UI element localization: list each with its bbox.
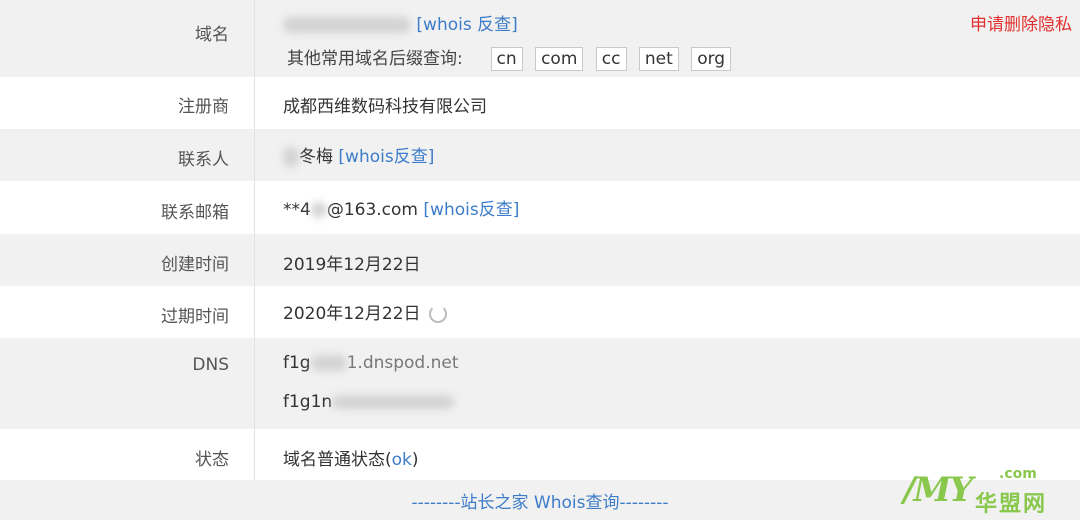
label-cell: 联系邮箱 xyxy=(0,181,255,234)
status-ok-link[interactable]: ok xyxy=(392,450,412,470)
row-contact: 联系人 冬梅 [whois反查] xyxy=(0,129,1080,181)
row-email: 联系邮箱 **4 @163.com [whois反查] xyxy=(0,181,1080,234)
dns-ns2-prefix: f1g1n xyxy=(283,392,333,412)
label-cell: 域名 xyxy=(0,0,255,77)
email-prefix: **4 xyxy=(283,200,311,220)
email-label: 联系邮箱 xyxy=(161,203,229,223)
row-domain: 域名 [whois 反查] 申请删除隐私 其他常用域名后缀查询: cn com … xyxy=(0,0,1080,77)
expires-date: 2020年12月22日 xyxy=(283,304,421,324)
suffix-com[interactable]: com xyxy=(535,47,584,71)
registrar-value: 成都西维数码科技有限公司 xyxy=(283,97,487,117)
domain-label: 域名 xyxy=(195,25,229,45)
email-suffix: @163.com xyxy=(326,200,418,220)
blurred-contact xyxy=(283,147,299,167)
created-value: 2019年12月22日 xyxy=(283,255,421,275)
dns-ns2: f1g1n xyxy=(283,392,455,412)
suffix-row: 其他常用域名后缀查询: cn com cc net org xyxy=(287,44,732,71)
registrar-label: 注册商 xyxy=(178,97,229,117)
suffix-cn[interactable]: cn xyxy=(490,47,523,71)
watermark-logo-mark: /MY xyxy=(903,470,973,510)
label-cell: 过期时间 xyxy=(0,286,255,338)
blurred-email xyxy=(310,202,327,218)
contact-label: 联系人 xyxy=(178,150,229,170)
watermark-logo: /MY .com 华盟网 xyxy=(903,466,1058,517)
row-dns: DNS f1g 1.dnspod.net f1g1n xyxy=(0,338,1080,429)
delete-privacy-link[interactable]: 申请删除隐私 xyxy=(970,10,1072,35)
dns-label: DNS xyxy=(192,355,229,375)
footer: --------站长之家 Whois查询-------- /MY .com 华盟… xyxy=(0,466,1080,520)
domain-whois-link[interactable]: [whois 反查] xyxy=(416,15,517,35)
row-expires: 过期时间 2020年12月22日 xyxy=(0,286,1080,338)
created-label: 创建时间 xyxy=(161,255,229,275)
label-cell: 联系人 xyxy=(0,129,255,181)
dns-ns1-suffix: 1.dnspod.net xyxy=(346,353,459,373)
watermark-dotcom: .com xyxy=(999,466,1037,482)
label-cell: 注册商 xyxy=(0,77,255,129)
watermark-cn-text: 华盟网 xyxy=(975,492,1048,517)
status-suffix: ) xyxy=(411,450,419,470)
status-value: 域名普通状态(ok) xyxy=(283,445,419,470)
row-registrar: 注册商 成都西维数码科技有限公司 xyxy=(0,77,1080,129)
status-prefix: 域名普通状态( xyxy=(283,450,392,470)
dns-ns1: f1g 1.dnspod.net xyxy=(283,353,459,373)
label-cell: 状态 xyxy=(0,429,255,480)
email-whois-link[interactable]: [whois反查] xyxy=(423,200,519,220)
email-value: **4 @163.com [whois反查] xyxy=(283,195,519,220)
suffix-cc[interactable]: cc xyxy=(595,47,627,71)
blurred-ns1 xyxy=(310,355,347,371)
suffix-net[interactable]: net xyxy=(638,47,679,71)
label-cell: 创建时间 xyxy=(0,234,255,286)
contact-value: 冬梅 [whois反查] xyxy=(283,142,434,167)
contact-whois-link[interactable]: [whois反查] xyxy=(338,147,434,167)
blurred-ns2 xyxy=(332,395,455,409)
blurred-domain xyxy=(283,17,411,33)
dns-ns1-prefix: f1g xyxy=(283,353,311,373)
contact-name: 冬梅 xyxy=(299,147,333,167)
suffix-org[interactable]: org xyxy=(691,47,732,71)
refresh-icon[interactable] xyxy=(428,305,447,323)
row-created: 创建时间 2019年12月22日 xyxy=(0,234,1080,286)
suffix-label: 其他常用域名后缀查询: xyxy=(287,49,463,69)
status-label: 状态 xyxy=(195,450,229,470)
expires-label: 过期时间 xyxy=(161,307,229,327)
label-cell: DNS xyxy=(0,338,255,429)
expires-value: 2020年12月22日 xyxy=(283,299,447,324)
domain-value: [whois 反查] xyxy=(283,10,518,35)
